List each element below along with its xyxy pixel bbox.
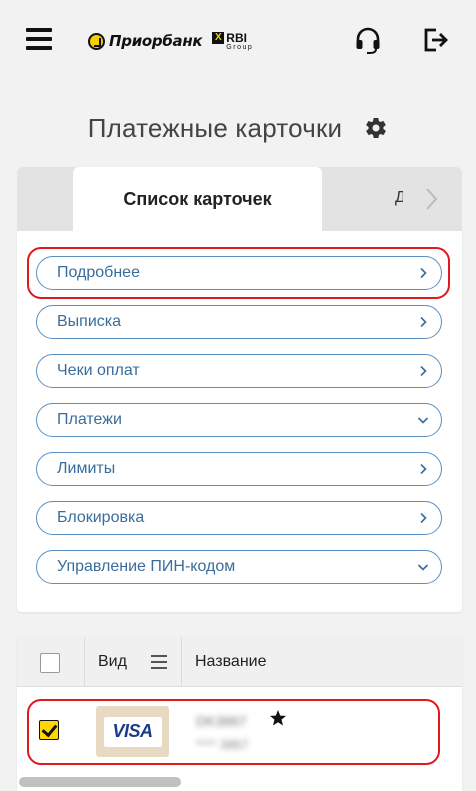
gear-icon[interactable] xyxy=(364,116,388,140)
table-header: Вид Название xyxy=(17,637,462,687)
block-button-label: Блокировка xyxy=(57,509,145,526)
column-header-type[interactable]: Вид xyxy=(98,653,127,671)
pin-management-button-label: Управление ПИН-кодом xyxy=(57,558,236,575)
horizontal-scrollbar[interactable] xyxy=(19,777,181,787)
receipts-button-label: Чеки оплат xyxy=(57,362,140,379)
column-menu-icon[interactable] xyxy=(150,654,168,670)
card-actions-panel: Подробнее Выписка Чеки оплат Платежи Лим… xyxy=(17,231,462,612)
block-button[interactable]: Блокировка xyxy=(36,501,442,535)
details-button[interactable]: Подробнее xyxy=(36,256,442,290)
limits-button[interactable]: Лимиты xyxy=(36,452,442,486)
column-divider xyxy=(84,637,85,687)
chevron-right-icon[interactable] xyxy=(421,185,441,213)
table-row[interactable]: VISA DK3867 **** 3867 xyxy=(17,687,462,779)
logo-name: Приорбанк xyxy=(109,32,203,50)
limits-button-label: Лимиты xyxy=(57,460,116,477)
column-divider xyxy=(181,637,182,687)
statement-button-label: Выписка xyxy=(57,313,122,330)
chevron-right-icon xyxy=(420,267,427,279)
chevron-right-icon xyxy=(420,316,427,328)
rbi-group-logo: X RBI Group xyxy=(212,30,254,51)
page-title-row: Платежные карточки xyxy=(0,108,476,148)
chevron-down-icon xyxy=(417,564,429,571)
chevron-right-icon xyxy=(420,512,427,524)
pin-management-button[interactable]: Управление ПИН-кодом xyxy=(36,550,442,584)
row-checkbox[interactable] xyxy=(39,720,59,740)
details-button-label: Подробнее xyxy=(57,264,140,281)
card-number: **** 3867 xyxy=(196,737,249,752)
chevron-right-icon xyxy=(420,365,427,377)
chevron-down-icon xyxy=(417,417,429,424)
statement-button[interactable]: Выписка xyxy=(36,305,442,339)
visa-logo: VISA xyxy=(103,716,162,747)
row-highlight xyxy=(27,699,440,765)
cards-table: Вид Название VISA DK3867 **** 3867 xyxy=(17,637,462,791)
chevron-right-icon xyxy=(420,463,427,475)
headset-icon[interactable] xyxy=(354,26,382,54)
payments-button-label: Платежи xyxy=(57,411,122,428)
select-all-checkbox[interactable] xyxy=(40,653,60,673)
hamburger-menu-icon[interactable] xyxy=(26,28,52,50)
bank-logo: Приорбанк X RBI Group xyxy=(88,30,253,52)
tab-next-partial[interactable]: Д xyxy=(395,189,403,207)
rbi-x-mark: X xyxy=(212,31,225,44)
tab-bar: Список карточек Д xyxy=(17,167,462,231)
visa-card-image: VISA xyxy=(96,706,169,757)
card-name: DK3867 xyxy=(196,713,247,729)
group-label: Group xyxy=(226,43,254,51)
receipts-button[interactable]: Чеки оплат xyxy=(36,354,442,388)
star-icon[interactable] xyxy=(269,709,287,727)
page-title: Платежные карточки xyxy=(87,112,343,143)
payments-button[interactable]: Платежи xyxy=(36,403,442,437)
app-header: Приорбанк X RBI Group xyxy=(0,0,476,80)
rbi-label: RBI xyxy=(226,30,247,45)
column-header-name[interactable]: Название xyxy=(195,653,267,671)
logout-icon[interactable] xyxy=(421,26,449,54)
logo-mark-icon xyxy=(88,32,105,50)
tab-card-list[interactable]: Список карточек xyxy=(73,167,322,231)
